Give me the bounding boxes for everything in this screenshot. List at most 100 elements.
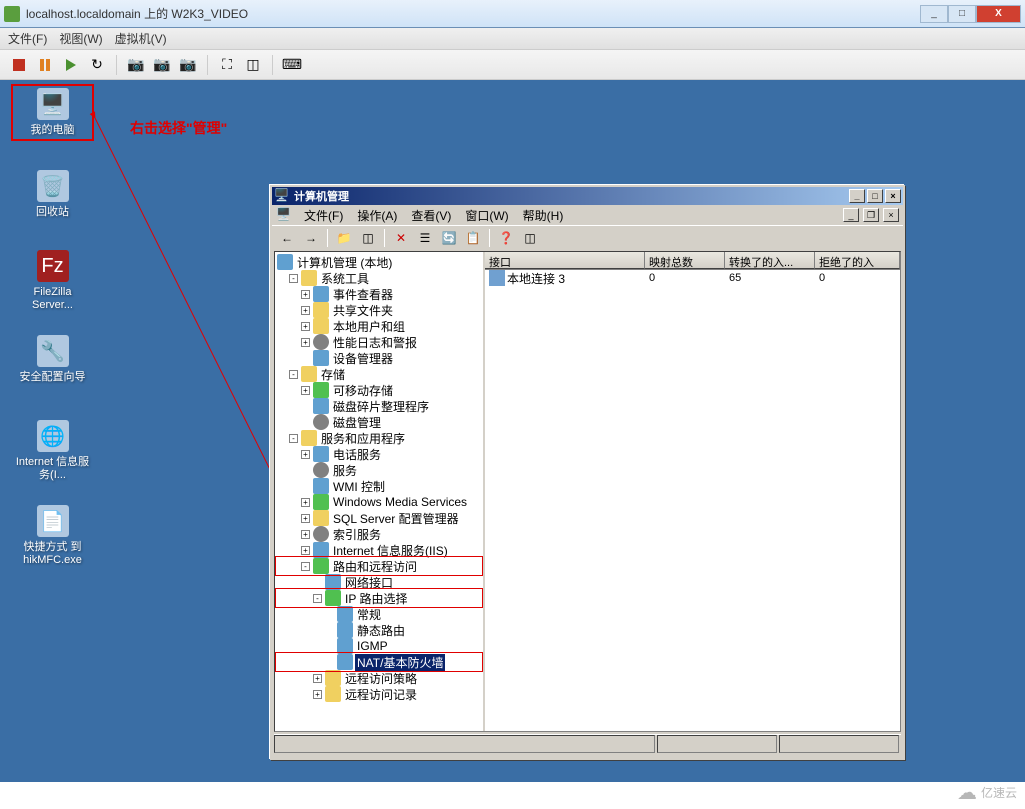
mmc-minimize-button[interactable]: _ [849, 189, 865, 203]
mmc-menu-help[interactable]: 帮助(H) [517, 205, 570, 226]
snapshot-button[interactable]: 📷 [125, 54, 147, 76]
tree-rras[interactable]: -路由和远程访问 [277, 558, 481, 574]
tree-services[interactable]: -服务和应用程序 [277, 430, 481, 446]
collapse-icon[interactable]: - [289, 434, 298, 443]
collapse-icon[interactable]: - [289, 274, 298, 283]
fullscreen-button[interactable]: ⛶ [216, 54, 238, 76]
extra-button[interactable]: ◫ [519, 227, 541, 249]
tree-rapolicies[interactable]: +远程访问策略 [277, 670, 481, 686]
mmc-menu-action[interactable]: 操作(A) [351, 205, 403, 226]
tree-sqlserver[interactable]: +SQL Server 配置管理器 [277, 510, 481, 526]
forward-button[interactable]: → [300, 227, 322, 249]
tree-diskmgmt[interactable]: 磁盘管理 [277, 414, 481, 430]
close-button[interactable] [976, 5, 1021, 23]
export-button[interactable]: 📋 [462, 227, 484, 249]
maximize-button[interactable] [948, 5, 976, 23]
tree-sharedfolders[interactable]: +共享文件夹 [277, 302, 481, 318]
mmc-titlebar[interactable]: 🖥️ 计算机管理 _ □ × [272, 187, 903, 205]
tree-nat[interactable]: NAT/基本防火墙 [277, 654, 481, 670]
refresh-button[interactable]: 🔄 [438, 227, 460, 249]
tree-telephony[interactable]: +电话服务 [277, 446, 481, 462]
desktop-icon-iis[interactable]: 🌐 Internet 信息服务(I... [15, 420, 90, 482]
snapshot-manager-button[interactable]: 📷 [177, 54, 199, 76]
col-rejected[interactable]: 拒绝了的入 [815, 252, 900, 269]
tree-iis[interactable]: +Internet 信息服务(IIS) [277, 542, 481, 558]
tree-ralog[interactable]: +远程访问记录 [277, 686, 481, 702]
expand-icon[interactable]: + [301, 290, 310, 299]
menu-vm[interactable]: 虚拟机(V) [115, 30, 167, 47]
mmc-child-restore[interactable]: ❐ [863, 208, 879, 222]
revert-button[interactable]: 📷 [151, 54, 173, 76]
tree-svcs[interactable]: 服务 [277, 462, 481, 478]
list-row[interactable]: 本地连接 3 0 65 0 [485, 270, 900, 286]
desktop-icon-mycomputer[interactable]: 🖥️ 我的电脑 [15, 88, 90, 137]
expand-icon[interactable]: + [301, 546, 310, 555]
cad-button[interactable]: ⌨ [281, 54, 303, 76]
reset-button[interactable]: ↻ [86, 54, 108, 76]
tree-wmi[interactable]: WMI 控制 [277, 478, 481, 494]
mmc-maximize-button[interactable]: □ [867, 189, 883, 203]
mmc-menu-view[interactable]: 查看(V) [405, 205, 457, 226]
mmc-child-min[interactable]: _ [843, 208, 859, 222]
desktop-icon-recycle[interactable]: 🗑️ 回收站 [15, 170, 90, 219]
expand-icon[interactable]: + [301, 386, 310, 395]
tree-eventviewer[interactable]: +事件查看器 [277, 286, 481, 302]
expand-icon[interactable]: + [313, 674, 322, 683]
col-interface[interactable]: 接口 [485, 252, 645, 269]
tree-perflogs[interactable]: +性能日志和警报 [277, 334, 481, 350]
poweroff-button[interactable] [8, 54, 30, 76]
collapse-icon[interactable]: - [301, 562, 310, 571]
expand-icon[interactable]: + [313, 690, 322, 699]
mmc-close-button[interactable]: × [885, 189, 901, 203]
desktop-icon-shortcut[interactable]: 📄 快捷方式 到 hikMFC.exe [15, 505, 90, 567]
menu-file[interactable]: 文件(F) [8, 30, 47, 47]
tree-removable[interactable]: +可移动存储 [277, 382, 481, 398]
mmc-menu-window[interactable]: 窗口(W) [459, 205, 514, 226]
tree-panel[interactable]: 计算机管理 (本地) -系统工具 +事件查看器 +共享文件夹 +本地用户和组 +… [275, 252, 485, 731]
up-button[interactable]: 📁 [333, 227, 355, 249]
expand-icon[interactable]: + [301, 306, 310, 315]
desktop-icon-filezilla[interactable]: Fz FileZilla Server... [15, 250, 90, 312]
tree-igmp[interactable]: IGMP [277, 638, 481, 654]
mmc-menu-file[interactable]: 文件(F) [298, 205, 349, 226]
tree-wms[interactable]: +Windows Media Services [277, 494, 481, 510]
tree-localusers[interactable]: +本地用户和组 [277, 318, 481, 334]
tree-iprouting[interactable]: -IP 路由选择 [277, 590, 481, 606]
minimize-button[interactable] [920, 5, 948, 23]
collapse-icon[interactable]: - [313, 594, 322, 603]
tree-netif[interactable]: 网络接口 [277, 574, 481, 590]
menu-view[interactable]: 视图(W) [59, 30, 102, 47]
collapse-icon[interactable]: - [289, 370, 298, 379]
tree-root[interactable]: 计算机管理 (本地) [277, 254, 481, 270]
status-cell-1 [274, 735, 655, 753]
mmc-child-close[interactable]: × [883, 208, 899, 222]
expand-icon[interactable]: + [301, 530, 310, 539]
col-inbound[interactable]: 转换了的入... [725, 252, 815, 269]
expand-icon[interactable]: + [301, 338, 310, 347]
desktop-icon-secwizard[interactable]: 🔧 安全配置向导 [15, 335, 90, 384]
properties-button[interactable]: ☰ [414, 227, 436, 249]
col-mappings[interactable]: 映射总数 [645, 252, 725, 269]
expand-icon[interactable]: + [301, 514, 310, 523]
delete-button[interactable]: ✕ [390, 227, 412, 249]
tree-devmgr[interactable]: 设备管理器 [277, 350, 481, 366]
tree-indexing[interactable]: +索引服务 [277, 526, 481, 542]
unity-button[interactable]: ◫ [242, 54, 264, 76]
wmi-icon [313, 478, 329, 494]
desktop[interactable]: 🖥️ 我的电脑 🗑️ 回收站 Fz FileZilla Server... 🔧 … [0, 80, 1025, 782]
list-panel[interactable]: 接口 映射总数 转换了的入... 拒绝了的入 本地连接 3 0 65 0 [485, 252, 900, 731]
expand-icon[interactable]: + [301, 450, 310, 459]
tree-static[interactable]: 静态路由 [277, 622, 481, 638]
back-button[interactable]: ← [276, 227, 298, 249]
tree-general[interactable]: 常规 [277, 606, 481, 622]
show-hide-button[interactable]: ◫ [357, 227, 379, 249]
poweron-button[interactable] [60, 54, 82, 76]
tree-defrag[interactable]: 磁盘碎片整理程序 [277, 398, 481, 414]
suspend-button[interactable] [34, 54, 56, 76]
expand-icon[interactable]: + [301, 498, 310, 507]
tree-systools[interactable]: -系统工具 [277, 270, 481, 286]
tree-storage[interactable]: -存储 [277, 366, 481, 382]
expand-icon[interactable]: + [301, 322, 310, 331]
filezilla-label: FileZilla Server... [15, 286, 90, 312]
help-button[interactable]: ❓ [495, 227, 517, 249]
